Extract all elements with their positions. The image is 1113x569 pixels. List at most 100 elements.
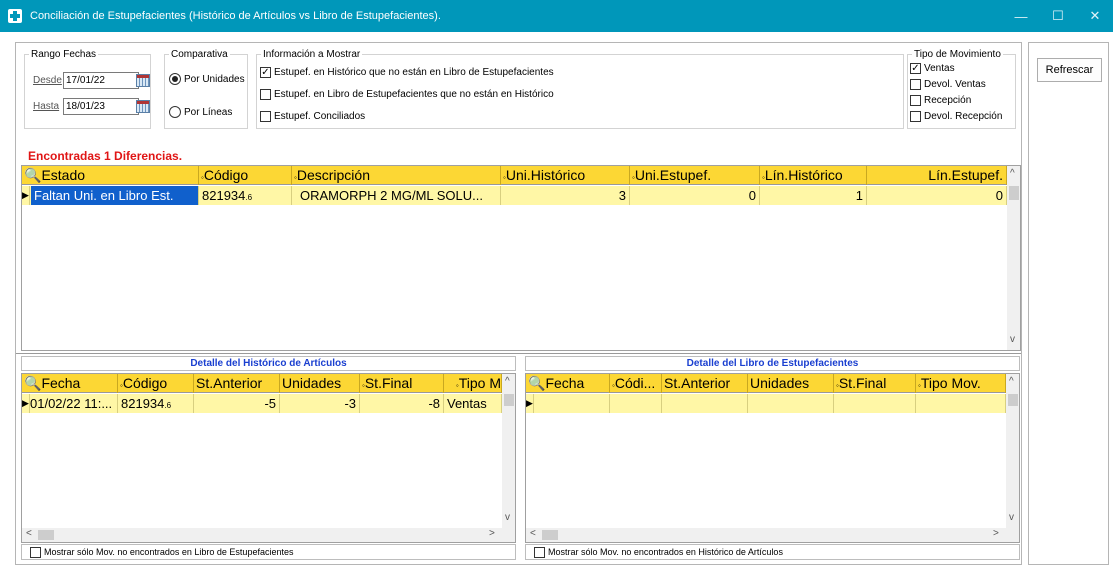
scroll-down-icon[interactable]: v [1009,512,1014,523]
table-row[interactable]: ▶ 01/02/22 11:... 821934.6 -5 -3 -8 Vent… [22,394,502,413]
hist-grid[interactable]: 🔍Fecha ◦Código St.Anterior Unidades ◦St.… [21,373,516,543]
cell-descripcion[interactable]: ORAMORPH 2 MG/ML SOLU... [292,186,501,205]
hist-cell-unidades[interactable]: -3 [280,394,360,413]
libro-cell-codigo[interactable] [610,394,662,413]
desde-date-field[interactable]: 17/01/22 [63,72,139,89]
hist-filter-row: Mostrar sólo Mov. no encontrados en Libr… [21,544,516,560]
col-uni-historico[interactable]: ◦Uni.Histórico [501,166,630,185]
sort-icon: 🔍 [24,167,42,183]
minimize-button[interactable]: — [1003,0,1039,32]
table-row[interactable]: ▶ [526,394,1006,413]
hist-cell-tipo[interactable]: Ventas [444,394,502,413]
libro-cell-tipo[interactable] [916,394,1006,413]
libro-horizontal-scrollbar[interactable]: < > [526,528,1019,542]
info-opt3-checkbox[interactable] [260,111,271,122]
libro-vertical-scrollbar[interactable]: ^ v [1006,374,1019,528]
devol-ventas-checkbox[interactable] [910,79,921,90]
col-uni-estupef[interactable]: ◦Uni.Estupef. [630,166,760,185]
hist-filter-label: Mostrar sólo Mov. no encontrados en Libr… [44,547,294,557]
hist-filter-checkbox[interactable] [30,547,41,558]
hist-vertical-scrollbar[interactable]: ^ v [502,374,515,528]
hist-col-st-anterior[interactable]: St.Anterior [194,374,280,393]
scroll-left-icon[interactable]: < [530,528,536,539]
vertical-scrollbar[interactable]: ^ v [1007,166,1020,350]
libro-filter-label: Mostrar sólo Mov. no encontrados en Hist… [548,547,783,557]
hist-cell-st-final[interactable]: -8 [360,394,444,413]
tipo-movimiento-legend: Tipo de Movimiento [914,49,1001,60]
libro-col-st-anterior[interactable]: St.Anterior [662,374,748,393]
devol-recepcion-checkbox[interactable] [910,111,921,122]
cell-codigo[interactable]: 821934.6 [199,186,292,205]
cell-lin-estupef[interactable]: 0 [867,186,1007,205]
cell-lin-historico[interactable]: 1 [760,186,867,205]
row-indicator-icon: ▶ [22,186,30,205]
app-icon [8,9,22,23]
scroll-up-icon[interactable]: ^ [1009,376,1014,387]
devol-ventas-label: Devol. Ventas [924,79,986,90]
hist-horizontal-scrollbar[interactable]: < > [22,528,515,542]
scroll-right-icon[interactable]: > [993,528,999,539]
scroll-up-icon[interactable]: ^ [505,376,510,387]
col-codigo[interactable]: ◦Código [199,166,292,185]
scroll-thumb[interactable] [1008,394,1018,406]
libro-col-st-final[interactable]: ◦St.Final [834,374,916,393]
hist-col-codigo[interactable]: ◦Código [118,374,194,393]
hist-cell-codigo[interactable]: 821934.6 [118,394,194,413]
close-button[interactable]: ✕ [1077,0,1113,32]
hist-col-tipo[interactable]: ◦Tipo M [444,374,502,393]
calendar-icon[interactable] [136,100,150,113]
cell-uni-estupef[interactable]: 0 [630,186,760,205]
scroll-thumb[interactable] [504,394,514,406]
libro-cell-fecha[interactable] [534,394,610,413]
maximize-button[interactable]: ☐ [1040,0,1076,32]
cell-uni-historico[interactable]: 3 [501,186,630,205]
por-lineas-radio[interactable] [169,106,181,118]
date-range-legend: Rango Fechas [31,49,97,60]
hist-col-fecha[interactable]: 🔍Fecha [22,374,118,393]
table-row[interactable]: ▶ Faltan Uni. en Libro Est. 821934.6 ORA… [22,186,1007,205]
por-unidades-radio[interactable] [169,73,181,85]
scroll-thumb[interactable] [1009,186,1019,200]
por-lineas-label: Por Líneas [184,107,233,118]
differences-grid[interactable]: 🔍Estado ◦Código ◦Descripción ◦Uni.Histór… [21,165,1021,351]
libro-filter-checkbox[interactable] [534,547,545,558]
col-lin-estupef[interactable]: Lín.Estupef. [867,166,1007,185]
calendar-icon[interactable] [136,74,150,87]
scroll-down-icon[interactable]: v [505,512,510,523]
libro-grid[interactable]: 🔍Fecha ◦Códi... St.Anterior Unidades ◦St… [525,373,1020,543]
title-bar: Conciliación de Estupefacientes (Históri… [0,0,1113,32]
scroll-right-icon[interactable]: > [489,528,495,539]
recepcion-checkbox[interactable] [910,95,921,106]
libro-cell-st-anterior[interactable] [662,394,748,413]
scroll-thumb[interactable] [38,530,54,540]
info-opt1-checkbox[interactable]: ✓ [260,67,271,78]
grid-header: 🔍Estado ◦Código ◦Descripción ◦Uni.Histór… [22,166,1007,185]
hist-cell-fecha[interactable]: 01/02/22 11:... [30,394,118,413]
libro-col-tipo[interactable]: ◦Tipo Mov. [916,374,1006,393]
hist-col-st-final[interactable]: ◦St.Final [360,374,444,393]
ventas-checkbox[interactable]: ✓ [910,63,921,74]
col-estado[interactable]: 🔍Estado [22,166,199,185]
splitter[interactable] [16,353,1021,354]
hist-col-unidades[interactable]: Unidades [280,374,360,393]
differences-count: Encontradas 1 Diferencias. [28,149,183,163]
libro-col-codigo[interactable]: ◦Códi... [610,374,662,393]
window-client: Rango Fechas Desde 17/01/22 Hasta 18/01/… [0,32,1113,569]
libro-cell-unidades[interactable] [748,394,834,413]
hist-cell-st-anterior[interactable]: -5 [194,394,280,413]
cell-estado[interactable]: Faltan Uni. en Libro Est. [31,186,199,205]
scroll-down-icon[interactable]: v [1010,334,1015,345]
libro-col-unidades[interactable]: Unidades [748,374,834,393]
hasta-date-field[interactable]: 18/01/23 [63,98,139,115]
sort-icon: 🔍 [528,375,546,391]
por-unidades-label: Por Unidades [184,74,245,85]
scroll-up-icon[interactable]: ^ [1010,168,1015,179]
libro-cell-st-final[interactable] [834,394,916,413]
libro-col-fecha[interactable]: 🔍Fecha [526,374,610,393]
scroll-left-icon[interactable]: < [26,528,32,539]
col-lin-historico[interactable]: ◦Lín.Histórico [760,166,867,185]
col-descripcion[interactable]: ◦Descripción [292,166,501,185]
info-opt2-checkbox[interactable] [260,89,271,100]
scroll-thumb[interactable] [542,530,558,540]
refresh-button[interactable]: Refrescar [1037,58,1102,82]
